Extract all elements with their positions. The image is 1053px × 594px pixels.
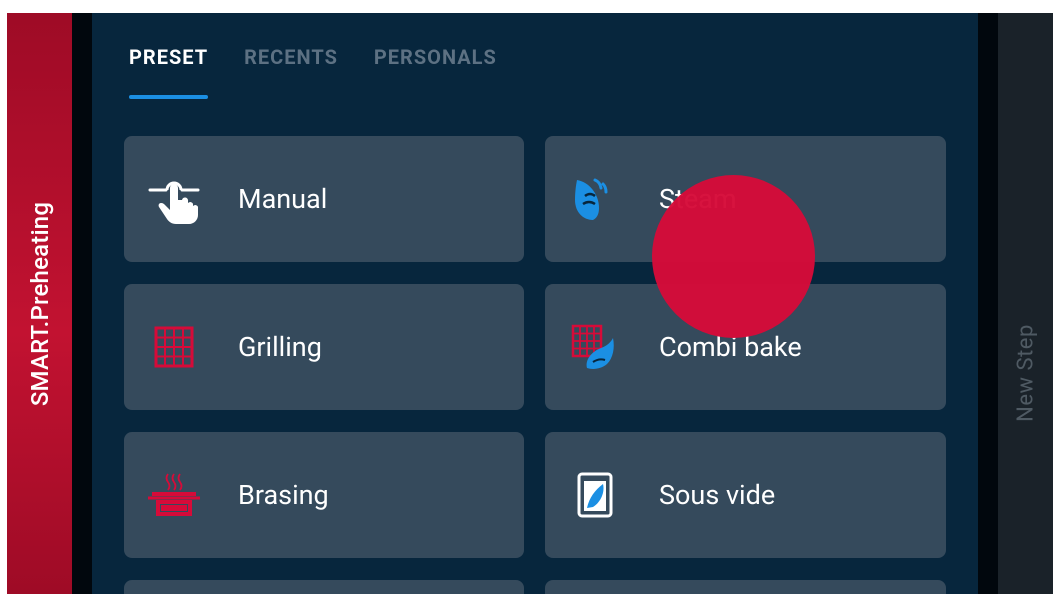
sous-vide-icon <box>565 470 625 520</box>
program-grilling-button[interactable]: Grilling <box>124 284 524 410</box>
oven-screen: SMART.Preheating PRESET RECENTS PERSONAL… <box>7 13 1053 594</box>
right-divider <box>978 13 998 594</box>
smart-preheating-panel[interactable]: SMART.Preheating <box>7 13 72 594</box>
program-selection-panel: PRESET RECENTS PERSONALS Manual Steam Gr… <box>92 13 978 594</box>
left-divider <box>72 13 92 594</box>
braising-pot-icon <box>144 470 204 520</box>
smart-preheating-label: SMART.Preheating <box>25 201 54 406</box>
program-next-row-right-button[interactable] <box>545 580 946 594</box>
new-step-panel[interactable]: New Step <box>998 13 1053 594</box>
program-steam-label: Steam <box>659 183 737 215</box>
program-grilling-label: Grilling <box>238 331 322 363</box>
manual-hand-icon <box>144 174 204 224</box>
combi-bake-icon <box>565 322 625 372</box>
steam-icon <box>565 174 625 224</box>
grill-icon <box>144 322 204 372</box>
program-combi-bake-label: Combi bake <box>659 331 802 363</box>
program-combi-bake-button[interactable]: Combi bake <box>545 284 946 410</box>
program-manual-label: Manual <box>238 183 328 215</box>
tab-recents[interactable]: RECENTS <box>244 45 338 105</box>
program-grid: Manual Steam Grilling Combi bake Brasing… <box>124 136 946 594</box>
tab-personals[interactable]: PERSONALS <box>374 45 497 105</box>
new-step-label: New Step <box>1013 324 1038 423</box>
program-next-row-left-button[interactable] <box>124 580 524 594</box>
program-sous-vide-label: Sous vide <box>659 479 776 511</box>
program-manual-button[interactable]: Manual <box>124 136 524 262</box>
program-tabs: PRESET RECENTS PERSONALS <box>129 45 533 105</box>
program-brasing-button[interactable]: Brasing <box>124 432 524 558</box>
tab-preset[interactable]: PRESET <box>129 45 209 105</box>
program-steam-button[interactable]: Steam <box>545 136 946 262</box>
program-brasing-label: Brasing <box>238 479 329 511</box>
program-sous-vide-button[interactable]: Sous vide <box>545 432 946 558</box>
